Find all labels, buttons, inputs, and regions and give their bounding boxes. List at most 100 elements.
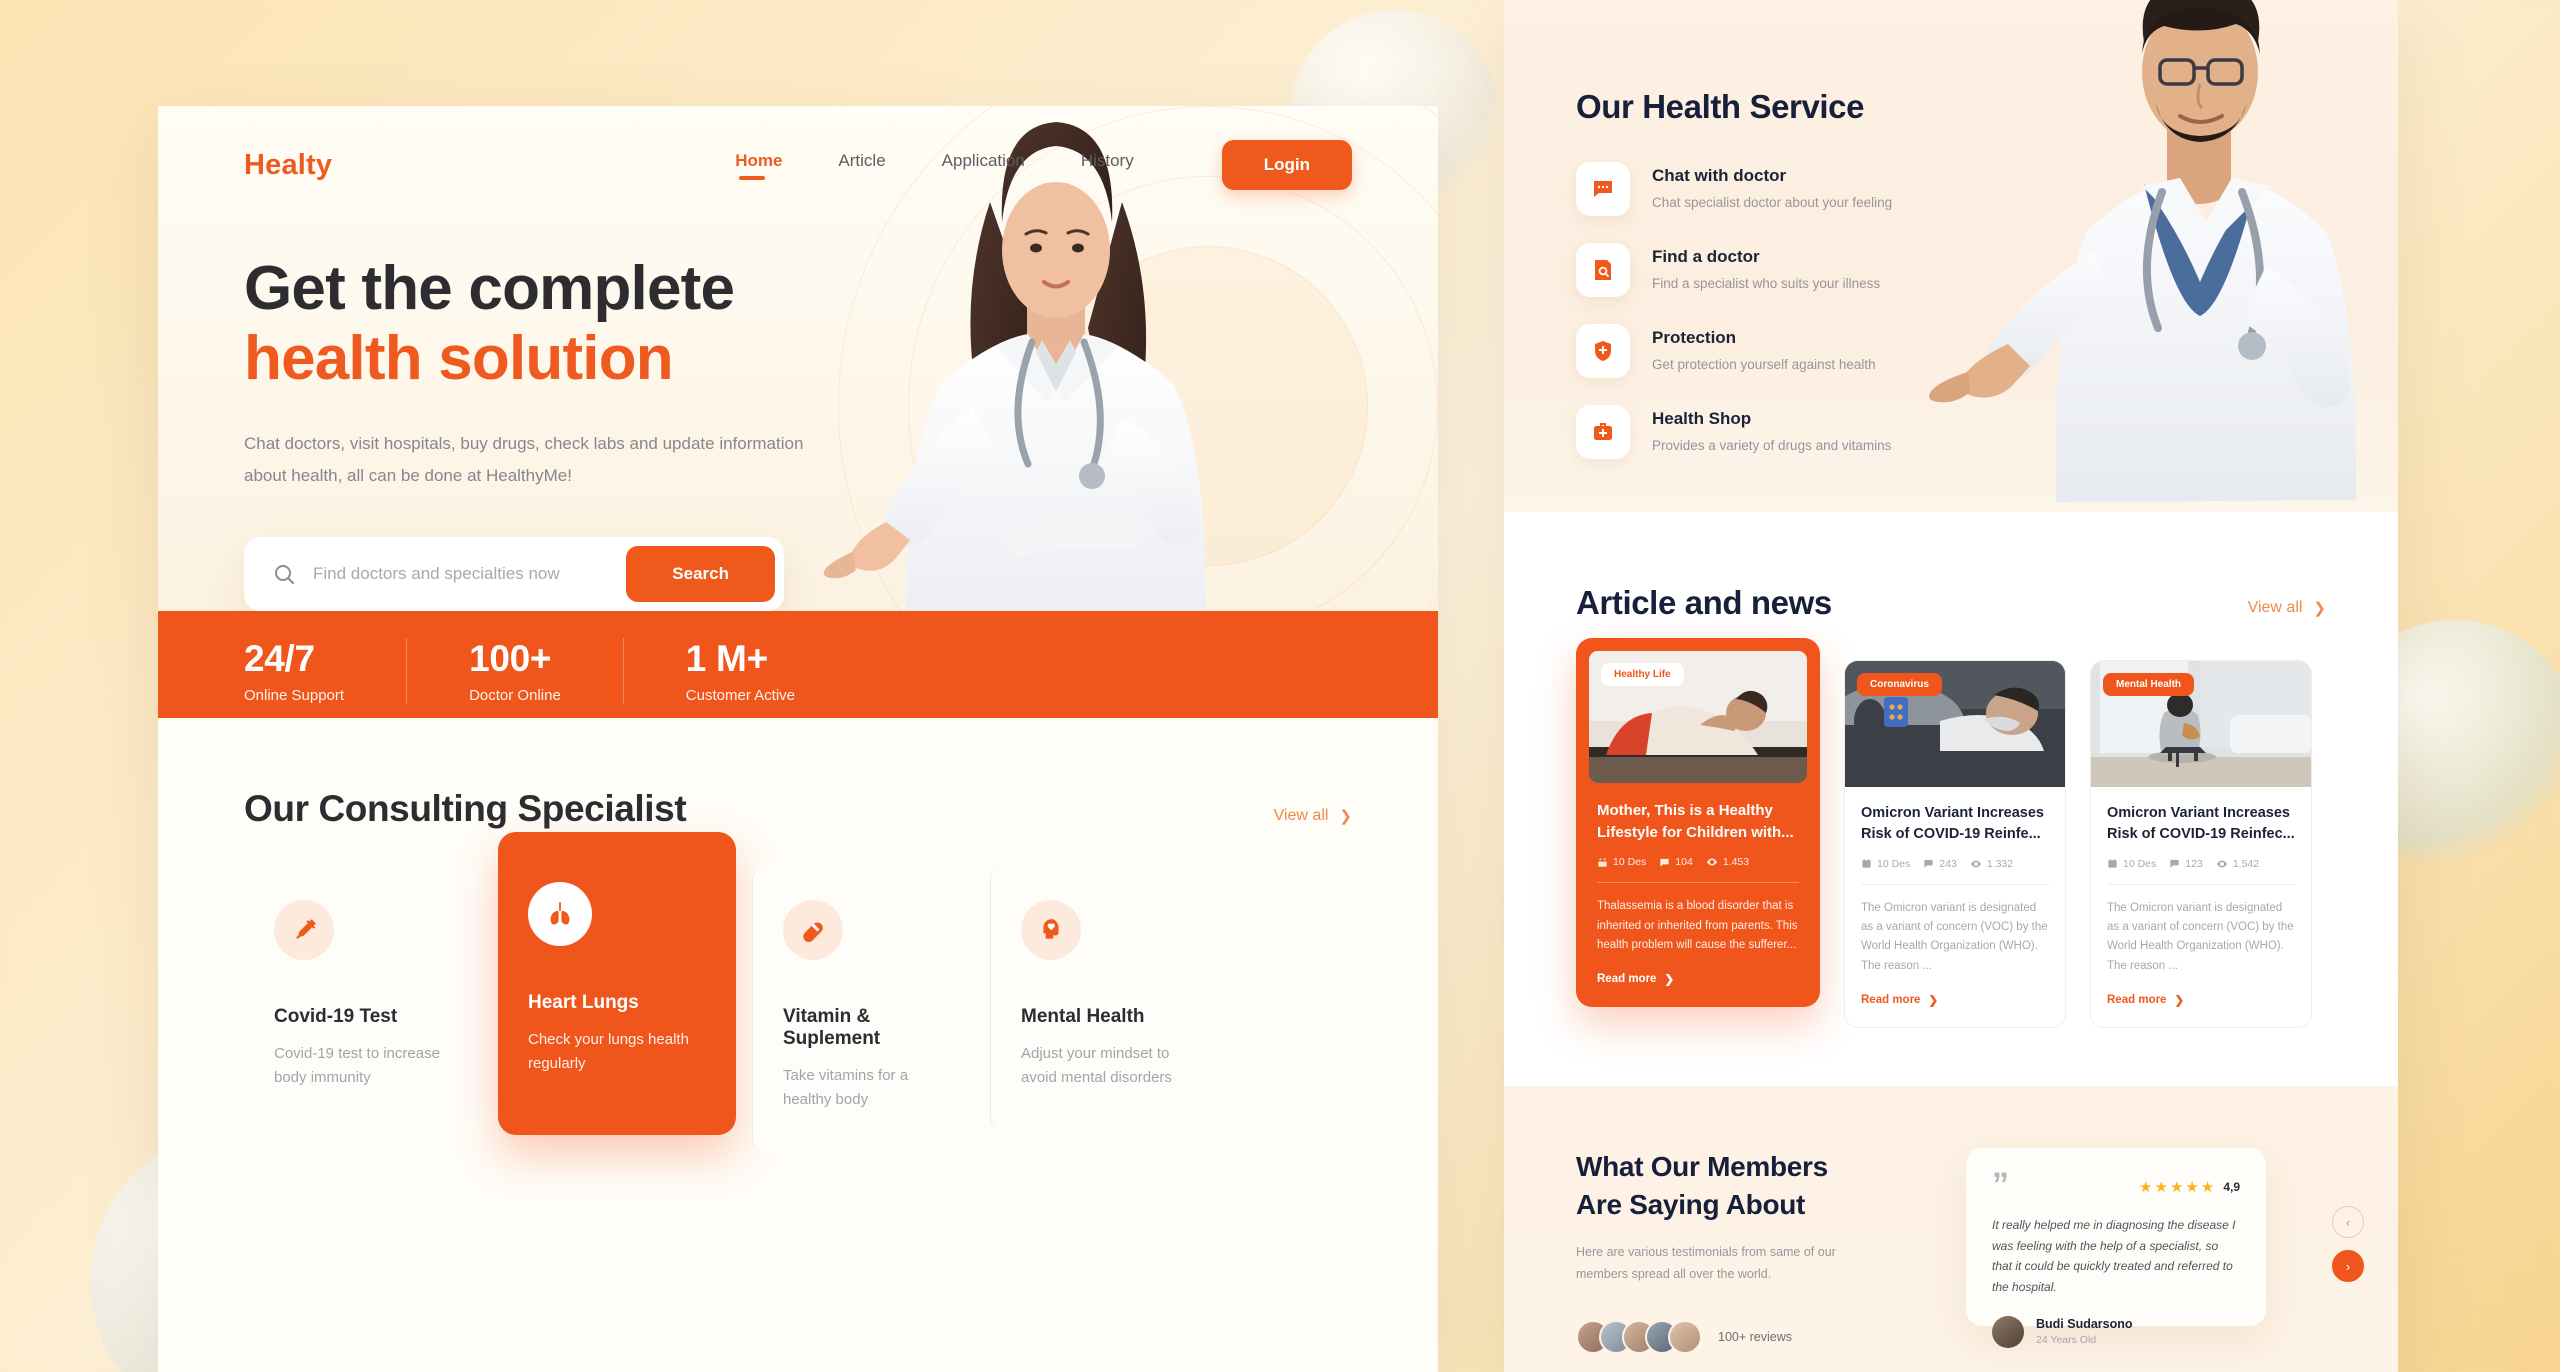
service-item-find-a-doctor[interactable]: Find a doctor Find a specialist who suit… <box>1576 243 2024 297</box>
testimonials-title: What Our Members Are Saying About <box>1576 1148 1936 1224</box>
news-card-meta: 10 Des 243 1.332 <box>1861 858 2049 870</box>
hero-search-bar[interactable]: Search <box>244 536 784 611</box>
news-card-excerpt: The Omicron variant is designated as a v… <box>1861 901 2048 972</box>
testimonials-title-line1: What Our Members <box>1576 1151 1828 1182</box>
service-item-text: Chat with doctor Chat specialist doctor … <box>1652 162 1892 210</box>
specialist-card-desc: Check your lungs health regularly <box>528 1031 689 1073</box>
news-card-mental-health[interactable]: Mental Health Omicron Variant Increases … <box>2090 660 2312 1028</box>
news-tag: Healthy Life <box>1601 663 1684 686</box>
testimonials-section: What Our Members Are Saying About Here a… <box>1504 1086 2398 1372</box>
stat-doctor-online: 100+ Doctor Online <box>469 637 624 704</box>
news-views: 1.453 <box>1706 856 1749 868</box>
testimonial-author: Budi Sudarsono 24 Years Old <box>1992 1315 2240 1348</box>
testimonial-card-header: ” ★ ★ ★ ★ ★ 4,9 <box>1992 1168 2240 1202</box>
specialist-card-title: Heart Lungs <box>528 992 639 1013</box>
author-name: Budi Sudarsono <box>2036 1317 2133 1332</box>
search-input[interactable] <box>296 563 627 584</box>
read-more-link[interactable]: Read more ❯ <box>1861 993 2049 1007</box>
login-button[interactable]: Login <box>1221 140 1352 190</box>
chevron-right-icon: ❯ <box>2174 995 2185 1007</box>
news-card-featured[interactable]: Healthy Life Mother, This is a Healthy L… <box>1576 638 1820 1008</box>
eye-icon <box>1706 858 1717 866</box>
chevron-right-icon: ❯ <box>1928 995 1939 1007</box>
service-item-chat-with-doctor[interactable]: Chat with doctor Chat specialist doctor … <box>1576 162 2024 216</box>
stat-customer-active: 1 M+ Customer Active <box>686 638 857 704</box>
read-more-link[interactable]: Read more ❯ <box>1597 972 1799 986</box>
specialist-card-title: Covid-19 Test <box>274 1006 398 1027</box>
hero-copy: Get the complete health solution Chat do… <box>158 190 898 611</box>
news-title: Article and news <box>1576 584 1832 621</box>
news-card-title: Omicron Variant Increases Risk of COVID-… <box>1861 805 2044 842</box>
nav-item-history[interactable]: History <box>1081 151 1134 180</box>
site-logo[interactable]: Healty <box>244 149 332 182</box>
reviews-count-label: 100+ reviews <box>1718 1329 1792 1344</box>
article-news-section: Article and news View all ❯ Healthy Life… <box>1504 512 2398 1086</box>
author-avatar <box>1992 1315 2024 1348</box>
testimonial-text: It really helped me in diagnosing the di… <box>1992 1218 2236 1295</box>
news-tag: Coronavirus <box>1857 673 1942 696</box>
specialist-card-title: Mental Health <box>1021 1006 1145 1027</box>
service-item-text: Health Shop Provides a variety of drugs … <box>1652 405 1891 453</box>
nav-item-article[interactable]: Article <box>838 151 885 180</box>
carousel-next-button[interactable]: › <box>2332 1250 2364 1282</box>
chat-icon <box>1576 162 1630 216</box>
comment-icon <box>1660 858 1669 867</box>
news-card-meta: 10 Des 123 1.542 <box>2107 858 2295 870</box>
carousel-prev-button[interactable]: ‹ <box>2332 1206 2364 1238</box>
hero-stats-bar: 24/7 Online Support 100+ Doctor Online 1… <box>158 610 1438 718</box>
specialist-card-desc: Adjust your mindset to avoid mental diso… <box>1021 1045 1172 1087</box>
consulting-specialist-section: Our Consulting Specialist View all ❯ Cov… <box>158 718 1438 1153</box>
secondary-page-artboard: Our Health Service Chat with doctor Chat… <box>1504 0 2398 1372</box>
pill-icon <box>783 900 843 960</box>
specialist-card-grid: Covid-19 Test Covid-19 test to increase … <box>244 832 1352 1153</box>
news-header: Article and news View all ❯ <box>1576 584 2326 622</box>
rating-stars: ★ ★ ★ ★ ★ 4,9 <box>2139 1172 2240 1196</box>
service-item-desc: Get protection yourself against health <box>1652 357 1876 372</box>
nav-item-application[interactable]: Application <box>942 151 1025 180</box>
author-age: 24 Years Old <box>2036 1334 2097 1347</box>
news-date: 10 Des <box>2107 858 2156 870</box>
news-view-all-link[interactable]: View all ❯ <box>2248 599 2326 622</box>
news-views: 1.542 <box>2216 858 2259 870</box>
news-date: 10 Des <box>1597 856 1646 868</box>
specialist-header: Our Consulting Specialist View all ❯ <box>244 788 1352 830</box>
news-thumbnail: Mental Health <box>2091 661 2311 787</box>
news-card-title: Mother, This is a Healthy Lifestyle for … <box>1597 802 1794 841</box>
search-button[interactable]: Search <box>626 545 775 602</box>
specialist-card-heart-lungs[interactable]: Heart Lungs Check your lungs health regu… <box>498 832 736 1135</box>
specialist-title: Our Consulting Specialist <box>244 788 687 829</box>
hero-section: Healty Home Article Application History … <box>158 106 1438 718</box>
news-card-excerpt: The Omicron variant is designated as a v… <box>2107 901 2294 972</box>
news-card-coronavirus[interactable]: Coronavirus Omicron Variant Increases Ri… <box>1844 660 2066 1028</box>
reviewer-avatars <box>1576 1319 1702 1354</box>
news-comments: 104 <box>1659 856 1693 868</box>
health-service-list: Chat with doctor Chat specialist doctor … <box>1576 162 2024 459</box>
specialist-card-vitamin-supplement[interactable]: Vitamin & Suplement Take vitamins for a … <box>752 866 990 1153</box>
service-item-desc: Chat specialist doctor about your feelin… <box>1652 195 1893 210</box>
star-icon: ★ <box>2154 1179 2168 1196</box>
news-card-excerpt: Thalassemia is a blood disorder that is … <box>1597 900 1798 951</box>
lungs-icon <box>528 882 592 946</box>
news-thumbnail: Healthy Life <box>1589 651 1807 783</box>
hero-title: Get the complete health solution <box>244 254 898 394</box>
stat-value: 24/7 <box>244 637 315 679</box>
chevron-right-icon: ❯ <box>1664 974 1675 987</box>
specialist-card-mental-health[interactable]: Mental Health Adjust your mindset to avo… <box>990 866 1228 1131</box>
specialist-view-all-link[interactable]: View all ❯ <box>1274 807 1352 830</box>
stat-value: 100+ <box>469 637 552 679</box>
eye-icon <box>1970 860 1981 868</box>
divider <box>1861 883 2049 885</box>
service-item-health-shop[interactable]: Health Shop Provides a variety of drugs … <box>1576 405 2024 459</box>
specialist-card-covid-test[interactable]: Covid-19 Test Covid-19 test to increase … <box>244 866 482 1131</box>
read-more-link[interactable]: Read more ❯ <box>2107 993 2295 1007</box>
news-comments: 123 <box>2169 858 2203 870</box>
hero-subtitle: Chat doctors, visit hospitals, buy drugs… <box>244 434 804 485</box>
search-icon <box>275 564 294 584</box>
nav-item-home[interactable]: Home <box>735 151 782 180</box>
service-item-protection[interactable]: Protection Get protection yourself again… <box>1576 324 2024 378</box>
comment-icon <box>2170 860 2179 868</box>
star-icon: ★ <box>2185 1179 2199 1196</box>
news-tag: Mental Health <box>2103 673 2195 696</box>
hero-title-line2: health solution <box>244 324 674 394</box>
news-thumbnail: Coronavirus <box>1845 661 2065 787</box>
